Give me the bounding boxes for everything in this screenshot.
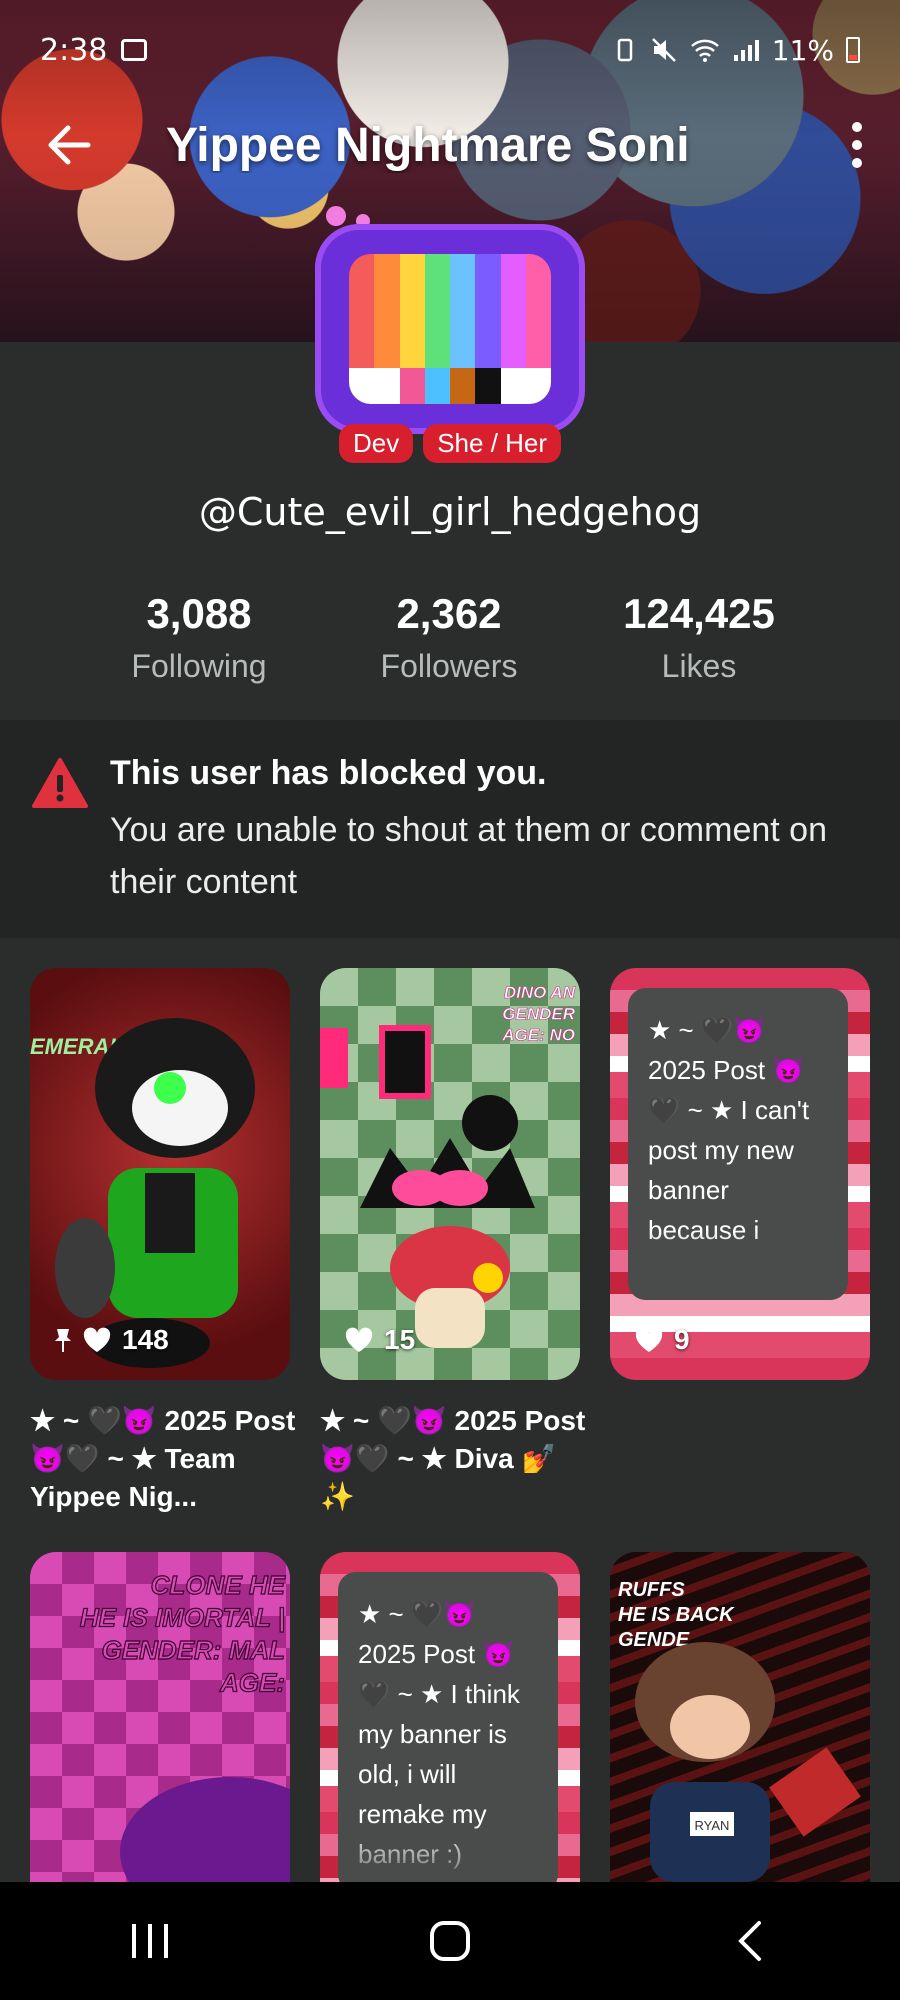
system-back-button[interactable] [690, 1901, 810, 1981]
back-chevron-icon [738, 1921, 761, 1961]
post-card[interactable]: CLONE HE HE IS IMORTAL | GENDER: MAL AGE: [30, 1552, 290, 1882]
vibrate-icon [617, 38, 633, 62]
heart-icon [83, 1327, 111, 1352]
post-artwork: EMERALD [30, 1018, 255, 1368]
stat-likes[interactable]: 124,425 Likes [559, 590, 839, 685]
profile-badges: Dev She / Her [0, 424, 900, 463]
post-title[interactable]: ★ ~ 🖤😈 2025 Post 😈🖤 ~ ★ Team Yippee Nig.… [30, 1402, 300, 1516]
home-button[interactable] [390, 1901, 510, 1981]
back-button[interactable] [24, 108, 114, 182]
stat-value: 2,362 [396, 590, 502, 637]
more-options-button[interactable] [842, 115, 872, 175]
system-nav-bar [0, 1882, 900, 2000]
profile-stats: 3,088 Following 2,362 Followers 124,425 … [0, 590, 900, 710]
like-count: 148 [54, 1324, 169, 1356]
like-count-value: 15 [384, 1324, 416, 1355]
heart-icon [635, 1327, 663, 1352]
stat-value: 124,425 [623, 590, 775, 637]
status-time: 2:38 [40, 32, 108, 68]
home-icon [430, 1921, 470, 1961]
art-caption: RUFFS HE IS BACK GENDE [618, 1579, 735, 1651]
post-text-preview: ★ ~ 🖤😈 2025 Post 😈 🖤 ~ ★ I think my bann… [338, 1572, 558, 1882]
post-artwork: RUFFS HE IS BACK GENDE RYAN [618, 1579, 861, 1882]
stat-label: Following [131, 648, 267, 684]
signal-icon [733, 40, 759, 61]
warning-icon [32, 758, 88, 808]
more-dot-icon [852, 158, 862, 168]
recent-apps-button[interactable] [90, 1901, 210, 1981]
wifi-icon [690, 39, 719, 62]
avatar-tv-screen [349, 254, 551, 404]
like-count: 15 [344, 1324, 415, 1356]
heart-icon [345, 1327, 373, 1352]
notice-body: You are unable to shout at them or comme… [110, 811, 827, 901]
like-count: 9 [634, 1324, 690, 1356]
post-artwork: CLONE HE HE IS IMORTAL | GENDER: MAL AGE: [79, 1569, 290, 1882]
post-card[interactable]: ★ ~ 🖤😈 2025 Post 😈 🖤 ~ ★ I think my bann… [320, 1552, 580, 1882]
art-caption: DINO AN GENDER AGE: NO [501, 983, 575, 1045]
like-count-value: 9 [674, 1324, 690, 1355]
post-title[interactable]: ★ ~ 🖤😈 2025 Post 😈🖤 ~ ★ Diva 💅✨ [320, 1402, 590, 1516]
role-badge: Dev [338, 424, 414, 463]
notice-title: This user has blocked you. [110, 754, 547, 792]
post-card[interactable]: RUFFS HE IS BACK GENDE RYAN [610, 1552, 870, 1882]
more-dot-icon [852, 122, 862, 132]
art-caption: CLONE HE HE IS IMORTAL | GENDER: MAL AGE: [80, 1570, 286, 1698]
avatar[interactable] [315, 224, 585, 434]
post-card[interactable]: DINO AN GENDER AGE: NO 15 [320, 968, 580, 1380]
username-handle: @Cute_evil_girl_hedgehog [198, 490, 702, 534]
stat-label: Likes [661, 648, 737, 684]
pronouns-badge: She / Her [423, 424, 562, 463]
avatar-antenna [326, 206, 346, 226]
post-card[interactable]: EMERALD 148 [30, 968, 290, 1380]
stat-value: 3,088 [146, 590, 252, 637]
stat-followers[interactable]: 2,362 Followers [309, 590, 589, 685]
recent-apps-icon [132, 1924, 168, 1958]
back-arrow-icon [48, 125, 91, 165]
stat-following[interactable]: 3,088 Following [59, 590, 339, 685]
pin-icon [55, 1329, 71, 1352]
blocked-notice: This user has blocked you. You are unabl… [0, 720, 900, 938]
post-artwork: DINO AN GENDER AGE: NO [320, 983, 576, 1348]
status-bar: 2:38 11% [40, 30, 860, 70]
post-text-preview: ★ ~ 🖤😈 2025 Post 😈 🖤 ~ ★ I can't post my… [628, 988, 848, 1300]
battery-percent: 11% [771, 33, 834, 67]
more-dot-icon [852, 140, 862, 150]
battery-icon [846, 37, 860, 63]
stat-label: Followers [380, 648, 518, 684]
mute-icon [651, 38, 676, 62]
gallery-notification-icon [121, 39, 148, 61]
name-tag: RYAN [695, 1818, 730, 1833]
status-icons: 11% [612, 34, 860, 67]
like-count-value: 148 [122, 1324, 169, 1355]
page-title: Yippee Nightmare Soni [166, 118, 690, 172]
top-app-bar: Yippee Nightmare Soni [0, 108, 900, 182]
post-card[interactable]: ★ ~ 🖤😈 2025 Post 😈 🖤 ~ ★ I can't post my… [610, 968, 870, 1380]
